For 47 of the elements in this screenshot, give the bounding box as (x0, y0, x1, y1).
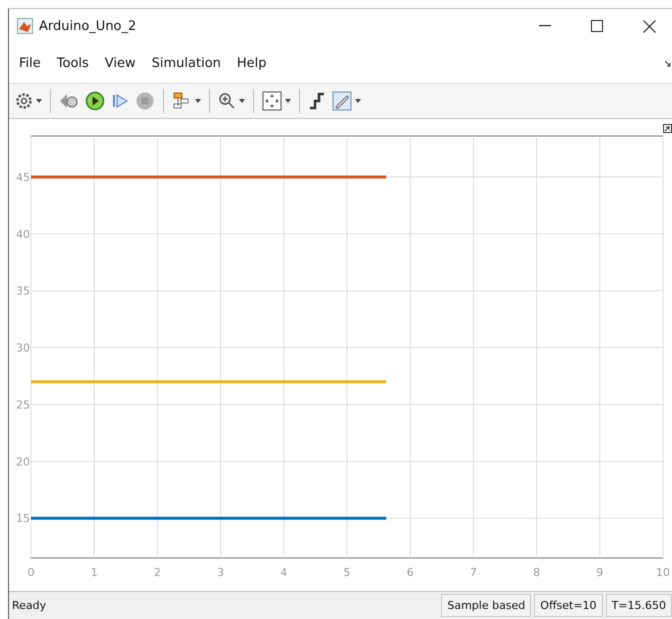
menu-item[interactable]: Tools (48, 51, 97, 75)
menu-item[interactable]: View (96, 51, 144, 75)
x-tick-label: 6 (406, 566, 414, 579)
caret-icon (239, 99, 245, 103)
menu-item[interactable]: Help (228, 51, 275, 75)
x-tick-label: 1 (90, 566, 98, 579)
status-field: Offset=10 (534, 594, 603, 617)
caret-icon (355, 99, 361, 103)
x-tick-label: 10 (656, 566, 670, 579)
status-text: Ready (11, 599, 48, 612)
step-back-icon (59, 92, 79, 110)
caret-icon (285, 99, 291, 103)
y-tick-label: 25 (16, 398, 30, 412)
stop-icon (135, 91, 155, 111)
caret-icon (36, 99, 42, 103)
y-tick-label: 15 (16, 512, 30, 526)
x-tick-label: 0 (28, 566, 34, 579)
run-icon (85, 91, 105, 111)
maximize-icon (591, 20, 603, 32)
zoom-icon (218, 92, 236, 110)
close-icon (642, 20, 656, 32)
signal-icon (308, 92, 326, 110)
minimize-icon (539, 25, 551, 27)
y-tick-label: 40 (16, 228, 30, 241)
x-tick-label: 7 (470, 566, 477, 579)
y-tick-label: 30 (16, 342, 30, 355)
caret-icon (195, 99, 201, 103)
x-tick-label: 2 (154, 566, 161, 579)
x-tick-label: 3 (217, 566, 224, 579)
window-title: Arduino_Uno_2 (39, 18, 138, 34)
y-tick-label: 35 (16, 284, 30, 298)
status-field: Sample based (441, 594, 532, 617)
gear-icon (15, 92, 33, 110)
arrow-icon (665, 61, 671, 67)
fit-to-view-icon (262, 91, 282, 111)
x-tick-label: 4 (280, 566, 288, 579)
x-tick-label: 5 (344, 566, 350, 579)
menu-item[interactable]: Simulation (144, 51, 229, 75)
app-logo-icon (17, 18, 33, 34)
x-tick-label: 8 (533, 566, 540, 579)
menu-item[interactable]: File (11, 51, 49, 75)
style-icon (332, 91, 352, 111)
x-tick-label: 9 (596, 566, 604, 579)
status-field: T=15.650 (606, 594, 672, 617)
y-tick-label: 45 (16, 170, 30, 184)
step-forward-icon (111, 92, 129, 110)
y-tick-label: 20 (16, 455, 30, 468)
